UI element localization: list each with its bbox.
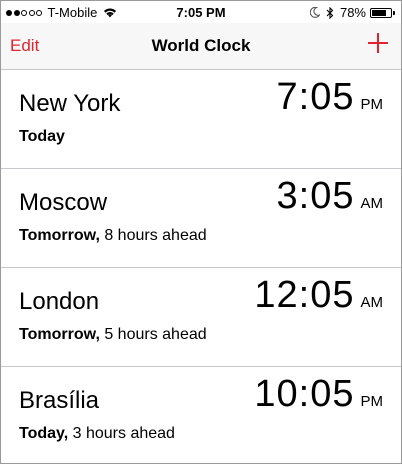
clock-row[interactable]: London 12:05 AM Tomorrow, 5 hours ahead	[1, 268, 401, 367]
offset-label: 8 hours ahead	[99, 227, 207, 244]
clock-time: 7:05 PM	[277, 76, 383, 119]
offset-label: 3 hours ahead	[68, 425, 175, 442]
clock-row[interactable]: Brasília 10:05 PM Today, 3 hours ahead	[1, 367, 401, 463]
city-name: London	[19, 288, 100, 315]
clock-time: 12:05 AM	[254, 274, 383, 317]
ampm-label: AM	[360, 195, 384, 212]
battery-tip	[393, 10, 395, 15]
day-label: Tomorrow,	[19, 227, 100, 244]
day-offset: Tomorrow, 5 hours ahead	[19, 326, 207, 344]
city-name: New York	[19, 90, 121, 117]
status-bar: T-Mobile 7:05 PM 78%	[1, 1, 401, 23]
ampm-label: PM	[360, 96, 384, 113]
day-label: Today,	[19, 425, 69, 442]
city-name: Brasília	[19, 387, 100, 414]
battery-icon	[370, 7, 392, 18]
navigation-bar: Edit World Clock	[1, 23, 401, 70]
day-offset: Today, 3 hours ahead	[19, 425, 175, 443]
time-value: 3:05	[276, 175, 355, 217]
battery-fill	[372, 9, 387, 16]
page-title: World Clock	[151, 36, 251, 55]
city-name: Moscow	[19, 189, 108, 216]
day-offset: Tomorrow, 8 hours ahead	[19, 227, 207, 245]
clock-row[interactable]: Moscow 3:05 AM Tomorrow, 8 hours ahead	[1, 169, 401, 268]
clock-list: New York 7:05 PM Today Moscow 3:05 AM To…	[1, 70, 401, 463]
day-label: Tomorrow,	[19, 326, 100, 343]
clock-row[interactable]: New York 7:05 PM Today	[1, 70, 401, 169]
status-right: 78%	[309, 5, 395, 20]
battery-percentage: 78%	[339, 5, 366, 20]
world-clock-screen: T-Mobile 7:05 PM 78% Edit World Clock Ne…	[0, 0, 402, 464]
time-value: 12:05	[254, 274, 355, 316]
ampm-label: PM	[360, 393, 384, 410]
offset-label: 5 hours ahead	[99, 326, 207, 343]
ampm-label: AM	[360, 294, 384, 311]
bluetooth-icon	[326, 6, 334, 19]
moon-icon	[309, 7, 320, 18]
day-label: Today	[19, 128, 65, 145]
clock-time: 10:05 PM	[254, 373, 383, 416]
clock-time: 3:05 AM	[277, 175, 383, 218]
plus-icon[interactable]	[367, 32, 389, 54]
day-offset: Today	[19, 128, 65, 146]
time-value: 10:05	[254, 373, 355, 415]
time-value: 7:05	[276, 76, 355, 118]
